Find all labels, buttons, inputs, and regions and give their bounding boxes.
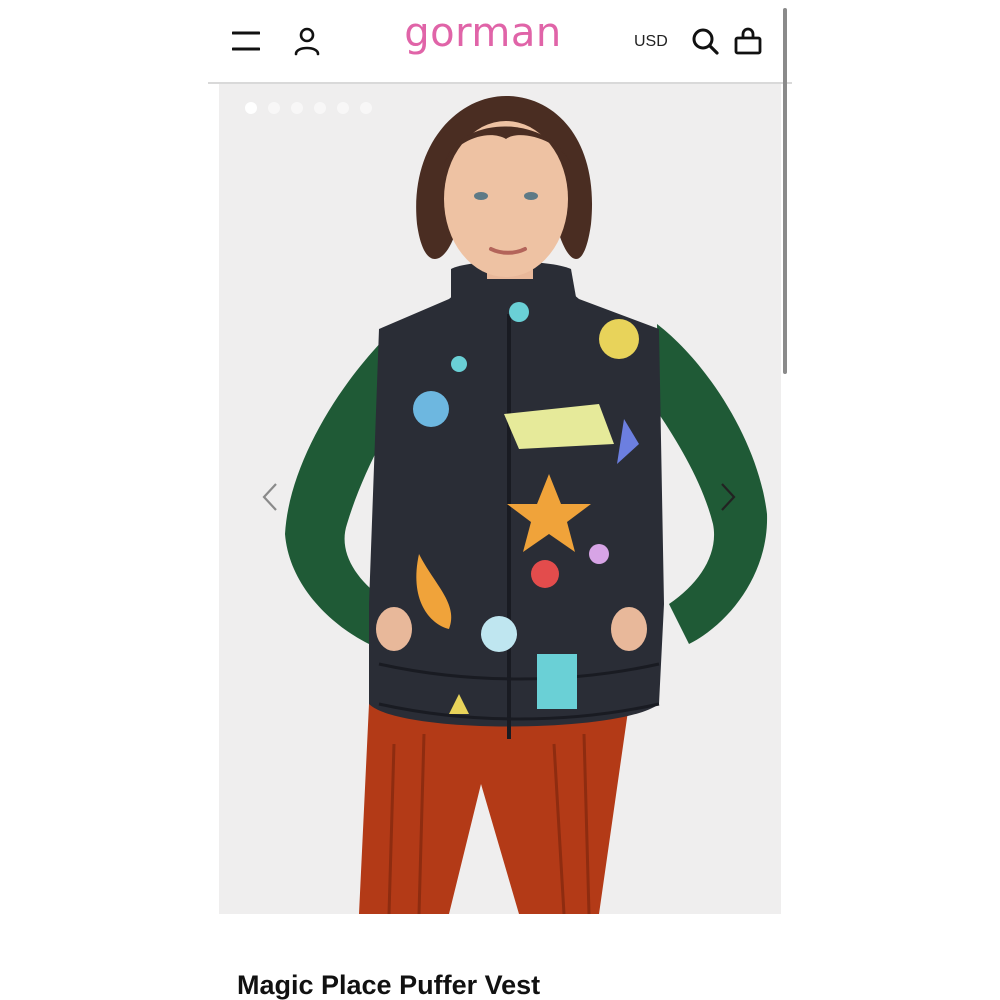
brand-logo[interactable]: gorman [388,10,578,56]
product-photo [219,84,781,914]
product-title: Magic Place Puffer Vest [237,970,541,1000]
search-icon [692,28,719,55]
menu-button[interactable] [230,26,262,56]
pagination-dot[interactable] [314,102,326,114]
gallery-pagination [245,102,372,114]
account-icon [294,27,320,56]
cart-button[interactable] [732,24,764,58]
product-image-gallery[interactable] [219,84,781,914]
pagination-dot[interactable] [291,102,303,114]
pagination-dot[interactable] [245,102,257,114]
pagination-dot[interactable] [268,102,280,114]
currency-selector[interactable]: USD [634,33,668,51]
account-button[interactable] [292,24,322,58]
previous-image-button[interactable] [257,480,283,514]
pagination-dot[interactable] [360,102,372,114]
page-scrollbar[interactable] [783,8,787,374]
next-image-button[interactable] [715,480,741,514]
pagination-dot[interactable] [337,102,349,114]
site-header: gorman USD [208,0,792,84]
search-button[interactable] [690,26,720,56]
menu-icon [232,31,260,51]
chevron-left-icon [262,483,277,511]
chevron-right-icon [721,483,736,511]
mobile-page: gorman USD Magic Place Puffer Vest [208,0,792,1000]
bag-icon [734,27,762,55]
